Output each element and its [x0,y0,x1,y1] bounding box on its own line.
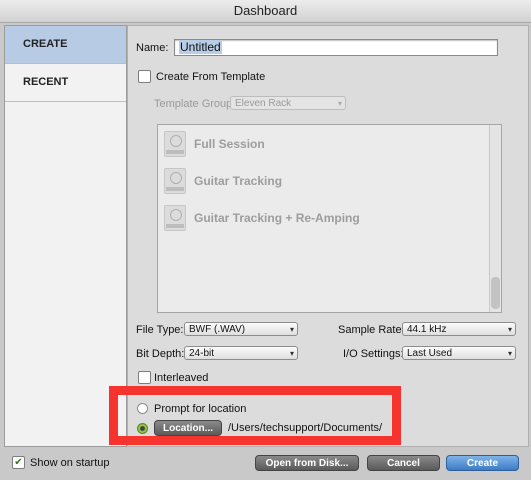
io-settings-select[interactable]: Last Used ▾ [402,346,516,360]
name-input[interactable]: Untitled [174,39,498,56]
name-value: Untitled [179,40,222,54]
create-from-template-checkbox[interactable] [138,70,151,83]
sidebar: CREATE RECENT [4,25,127,447]
list-item[interactable]: Full Session [164,130,265,158]
template-group-value: Eleven Rack [235,98,292,109]
show-on-startup-checkbox[interactable]: ✔ [12,456,25,469]
bit-depth-select[interactable]: 24-bit ▾ [184,346,298,360]
create-button[interactable]: Create [446,455,519,471]
prompt-location-label[interactable]: Prompt for location [154,403,246,415]
scrollbar-thumb[interactable] [491,277,500,309]
template-icon [164,168,186,194]
name-label: Name: [136,42,169,54]
template-list-scrollbar[interactable] [489,125,501,312]
template-name: Guitar Tracking [194,174,283,188]
template-name: Guitar Tracking + Re-Amping [194,211,360,225]
cancel-button[interactable]: Cancel [367,455,440,471]
file-type-value: BWF (.WAV) [189,324,246,335]
io-settings-value: Last Used [407,348,453,359]
sidebar-item-recent[interactable]: RECENT [5,64,126,102]
template-group-select[interactable]: Eleven Rack ▾ [230,96,346,110]
bit-depth-value: 24-bit [189,348,215,359]
chevron-down-icon: ▾ [289,325,294,334]
location-radio[interactable] [137,423,148,434]
location-button[interactable]: Location... [154,420,222,436]
prompt-location-radio[interactable] [137,403,148,414]
template-icon [164,131,186,157]
bit-depth-label: Bit Depth: [136,348,185,360]
chevron-down-icon: ▾ [289,349,294,358]
io-settings-label: I/O Settings: [343,348,404,360]
file-type-select[interactable]: BWF (.WAV) ▾ [184,322,298,336]
location-path: /Users/techsupport/Documents/ [228,422,383,434]
sample-rate-select[interactable]: 44.1 kHz ▾ [402,322,516,336]
template-list[interactable]: Full Session Guitar Tracking Guitar Trac… [157,124,502,313]
template-icon [164,205,186,231]
chevron-down-icon: ▾ [337,99,342,108]
interleaved-checkbox[interactable] [138,371,151,384]
chevron-down-icon: ▾ [507,349,512,358]
template-name: Full Session [194,137,265,151]
sidebar-item-create[interactable]: CREATE [5,26,126,64]
window-title: Dashboard [0,0,531,23]
sample-rate-value: 44.1 kHz [407,324,447,335]
template-group-label: Template Group: [154,98,236,110]
list-item[interactable]: Guitar Tracking + Re-Amping [164,204,360,232]
chevron-down-icon: ▾ [507,325,512,334]
file-type-label: File Type: [136,324,184,336]
create-panel: Name: Untitled Create From Template Temp… [127,25,529,447]
interleaved-label[interactable]: Interleaved [154,372,208,384]
sample-rate-label: Sample Rate: [338,324,405,336]
show-on-startup-label[interactable]: Show on startup [30,457,110,469]
open-from-disk-button[interactable]: Open from Disk... [255,455,359,471]
create-from-template-label[interactable]: Create From Template [156,71,265,83]
list-item[interactable]: Guitar Tracking [164,167,282,195]
check-icon: ✔ [14,457,23,468]
